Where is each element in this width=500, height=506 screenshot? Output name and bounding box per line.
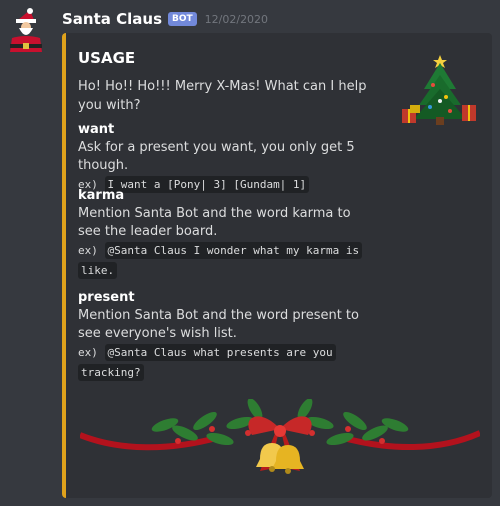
- example-prefix: ex): [78, 244, 98, 257]
- field-value: Ask for a present you want, you only get…: [78, 140, 355, 173]
- inline-code: @Santa Claus what presents are you track…: [78, 344, 336, 381]
- message-header: Santa Claus BOT 12/02/2020: [62, 8, 268, 30]
- field-value: Mention Santa Bot and the word present t…: [78, 308, 359, 341]
- christmas-garland-with-bells: [78, 398, 482, 474]
- santa-avatar-icon: [10, 8, 42, 52]
- embed-field-want: want Ask for a present you want, you onl…: [78, 121, 408, 195]
- bot-badge: BOT: [168, 12, 197, 26]
- christmas-tree-icon: [402, 55, 476, 125]
- avatar[interactable]: [6, 8, 46, 54]
- embed-thumbnail[interactable]: [400, 51, 480, 129]
- example-prefix: ex): [78, 346, 98, 359]
- embed-field-karma: karma Mention Santa Bot and the word kar…: [78, 187, 368, 281]
- embed-image[interactable]: [78, 398, 482, 491]
- embed-description: Ho! Ho!! Ho!!! Merry X-Mas! What can I h…: [78, 79, 367, 113]
- inline-code: @Santa Claus I wonder what my karma is l…: [78, 242, 363, 279]
- field-example: ex) @Santa Claus I wonder what my karma …: [78, 241, 368, 281]
- field-name: want: [78, 122, 115, 137]
- embed-field-present: present Mention Santa Bot and the word p…: [78, 289, 368, 383]
- author-name[interactable]: Santa Claus: [62, 10, 162, 28]
- field-value: Mention Santa Bot and the word karma to …: [78, 206, 351, 239]
- field-example: ex) @Santa Claus what presents are you t…: [78, 343, 368, 383]
- embed-title: USAGE: [78, 49, 136, 67]
- field-name: present: [78, 290, 135, 305]
- field-name: karma: [78, 188, 125, 203]
- embed: USAGE Ho! Ho!! Ho!!! Merry X-Mas! What c…: [62, 33, 492, 498]
- message-timestamp: 12/02/2020: [204, 12, 269, 26]
